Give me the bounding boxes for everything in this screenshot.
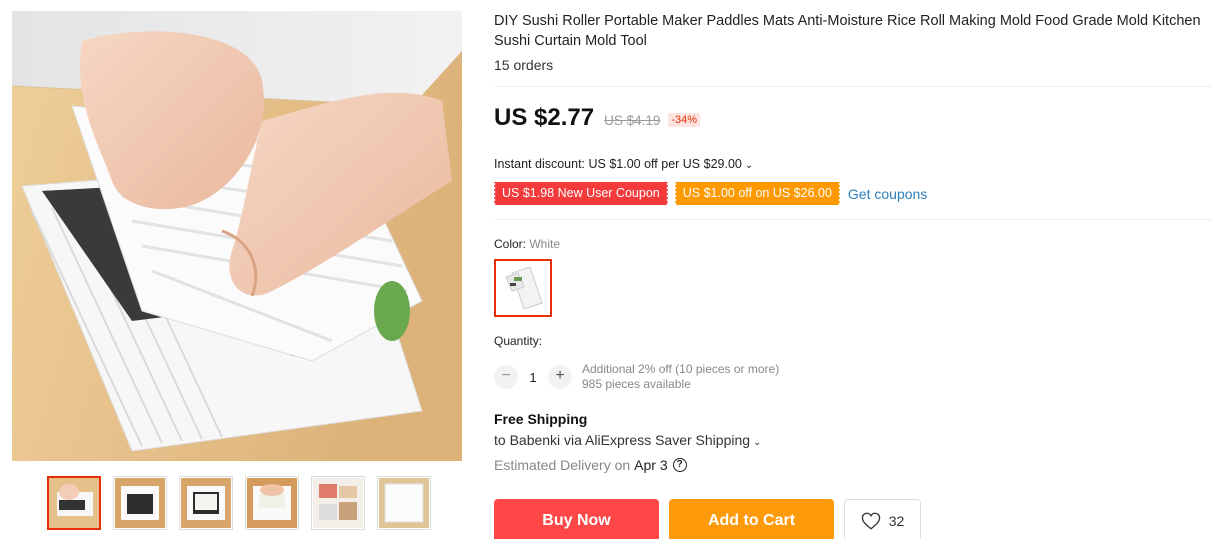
original-price: US $4.19	[604, 113, 661, 128]
pieces-available: 985 pieces available	[582, 377, 691, 391]
thumbnail-6[interactable]	[377, 476, 431, 530]
estimated-delivery-date: Apr 3	[634, 457, 668, 473]
question-circle-icon[interactable]: ?	[672, 458, 687, 472]
thumbnail-1[interactable]	[47, 476, 101, 530]
free-shipping-title: Free Shipping	[494, 411, 588, 427]
store-coupon[interactable]: US $1.00 off on US $26.00	[674, 182, 840, 205]
estimated-delivery-label: Estimated Delivery on	[494, 457, 631, 473]
quantity-decrease-button[interactable]: −	[494, 365, 518, 389]
quantity-note: Additional 2% off (10 pieces or more) 98…	[582, 362, 779, 392]
shipping-destination-text: to Babenki via AliExpress Saver Shipping	[494, 432, 751, 448]
product-info-panel: DIY Sushi Roller Portable Maker Paddles …	[494, 11, 1212, 539]
instant-discount[interactable]: Instant discount: US $1.00 off per US $2…	[494, 157, 753, 171]
wishlist-count: 32	[888, 513, 905, 529]
orders-count: 15 orders	[494, 57, 554, 73]
thumbnail-4[interactable]	[245, 476, 299, 530]
thumbnail-2[interactable]	[113, 476, 167, 530]
add-to-cart-button[interactable]: Add to Cart	[669, 499, 834, 539]
color-label: Color: White	[494, 237, 560, 251]
quantity-increase-button[interactable]: +	[548, 365, 572, 389]
wishlist-button[interactable]: 32	[844, 499, 921, 539]
shipping-destination[interactable]: to Babenki via AliExpress Saver Shipping…	[494, 432, 761, 448]
quantity-input[interactable]: 1	[518, 370, 548, 385]
color-option-image	[498, 263, 548, 313]
thumbnail-3[interactable]	[179, 476, 233, 530]
product-main-image[interactable]	[12, 11, 462, 461]
chevron-down-icon: ⌄	[753, 437, 762, 448]
quantity-stepper: − 1 + Additional 2% off (10 pieces or mo…	[494, 362, 779, 392]
action-buttons: Buy Now Add to Cart 32	[494, 499, 921, 539]
bulk-discount-note: Additional 2% off (10 pieces or more)	[582, 362, 780, 376]
thumbnail-strip	[47, 476, 431, 530]
discount-badge: -34%	[668, 113, 701, 127]
color-selected-value: White	[529, 237, 561, 251]
divider	[494, 86, 1212, 87]
new-user-coupon[interactable]: US $1.98 New User Coupon	[494, 182, 668, 205]
sushi-mat-photo	[12, 11, 462, 461]
get-coupons-link[interactable]: Get coupons	[848, 186, 927, 202]
thumbnail-5[interactable]	[311, 476, 365, 530]
buy-now-button[interactable]: Buy Now	[494, 499, 659, 539]
product-title: DIY Sushi Roller Portable Maker Paddles …	[494, 13, 1201, 49]
color-option-white[interactable]	[494, 259, 552, 317]
color-label-text: Color:	[494, 237, 527, 251]
estimated-delivery: Estimated Delivery on Apr 3 ?	[494, 457, 687, 473]
coupon-row: US $1.98 New User Coupon US $1.00 off on…	[494, 182, 927, 205]
divider	[494, 219, 1212, 220]
chevron-down-icon: ⌄	[744, 160, 754, 171]
price-row: US $2.77 US $4.19 -34%	[494, 104, 701, 132]
instant-discount-text: Instant discount: US $1.00 off per US $2…	[494, 157, 742, 171]
current-price: US $2.77	[494, 104, 595, 131]
heart-icon	[861, 512, 880, 530]
quantity-label: Quantity:	[494, 334, 543, 348]
